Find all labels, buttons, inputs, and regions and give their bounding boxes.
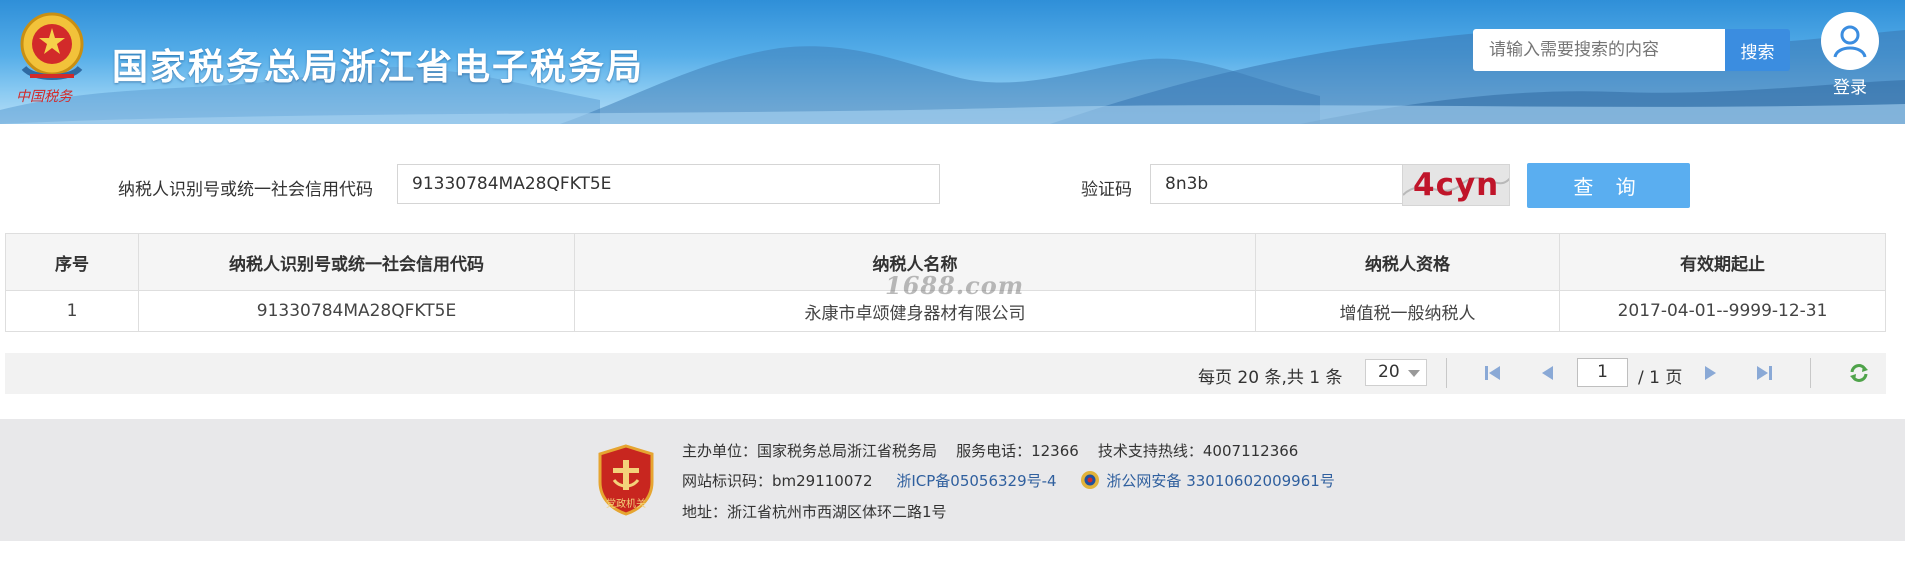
- chevron-down-icon: [1408, 370, 1420, 377]
- taxpayer-id-label: 纳税人识别号或统一社会信用代码: [118, 180, 373, 200]
- col-header-validity: 有效期起止: [1559, 233, 1886, 291]
- first-page-icon[interactable]: [1482, 363, 1504, 383]
- user-icon: [1821, 12, 1879, 70]
- watermark: 1688.com: [885, 271, 1025, 300]
- prev-page-icon[interactable]: [1536, 363, 1558, 383]
- col-header-index: 序号: [5, 233, 139, 291]
- page-size-value: 20: [1378, 362, 1400, 382]
- pagination-bar: 每页 20 条,共 1 条 20 1 / 1 页: [5, 353, 1886, 394]
- pager-divider: [1446, 358, 1447, 388]
- current-page-input[interactable]: 1: [1577, 358, 1628, 387]
- cell-index: 1: [5, 290, 139, 332]
- query-button[interactable]: 查 询: [1527, 163, 1690, 208]
- captcha-label: 验证码: [1081, 180, 1132, 200]
- pager-divider: [1810, 358, 1811, 388]
- refresh-icon[interactable]: [1848, 363, 1870, 383]
- total-pages: / 1 页: [1638, 368, 1683, 388]
- col-header-taxpayer-id: 纳税人识别号或统一社会信用代码: [138, 233, 575, 291]
- cell-qualification: 增值税一般纳税人: [1255, 290, 1560, 332]
- emblem-caption: 中国税务: [16, 89, 72, 105]
- footer-sponsor: 主办单位：国家税务总局浙江省税务局: [682, 442, 938, 460]
- search-button[interactable]: 搜索: [1725, 29, 1790, 71]
- col-header-qualification: 纳税人资格: [1255, 233, 1560, 291]
- footer-line-2: 网站标识码：bm29110072 浙ICP备05056329号-4 浙公网安备 …: [682, 470, 1335, 491]
- login-label: 登录: [1833, 78, 1867, 98]
- footer-tech-support: 技术支持热线：4007112366: [1097, 442, 1299, 460]
- last-page-icon[interactable]: [1753, 363, 1775, 383]
- site-header: 中国税务 国家税务总局浙江省电子税务局 搜索 登录: [0, 0, 1905, 124]
- search-input[interactable]: [1473, 29, 1725, 71]
- site-title: 国家税务总局浙江省电子税务局: [112, 47, 645, 88]
- next-page-icon[interactable]: [1700, 363, 1722, 383]
- captcha-text: 4cyn: [1413, 167, 1500, 203]
- cell-taxpayer-id: 91330784MA28QFKT5E: [138, 290, 575, 332]
- page-summary: 每页 20 条,共 1 条: [1198, 368, 1343, 388]
- footer-service-phone: 服务电话：12366: [956, 442, 1079, 460]
- captcha-input[interactable]: [1150, 164, 1405, 204]
- page-size-select[interactable]: 20: [1365, 359, 1427, 386]
- captcha-image[interactable]: 4cyn: [1402, 164, 1510, 206]
- footer-site-id: 网站标识码：bm29110072: [682, 472, 873, 490]
- police-record-link[interactable]: 浙公网安备 33010602009961号: [1106, 472, 1334, 490]
- taxpayer-id-input[interactable]: [397, 164, 940, 204]
- icp-link[interactable]: 浙ICP备05056329号-4: [896, 472, 1056, 490]
- login-button[interactable]: 登录: [1818, 12, 1882, 98]
- footer-line-1: 主办单位：国家税务总局浙江省税务局 服务电话：12366 技术支持热线：4007…: [682, 440, 1298, 461]
- cell-validity: 2017-04-01--9999-12-31: [1559, 290, 1886, 332]
- badge-caption: 党政机关: [606, 499, 646, 510]
- police-badge-icon: [1081, 471, 1100, 489]
- footer-address: 地址：浙江省杭州市西湖区体环二路1号: [682, 503, 947, 521]
